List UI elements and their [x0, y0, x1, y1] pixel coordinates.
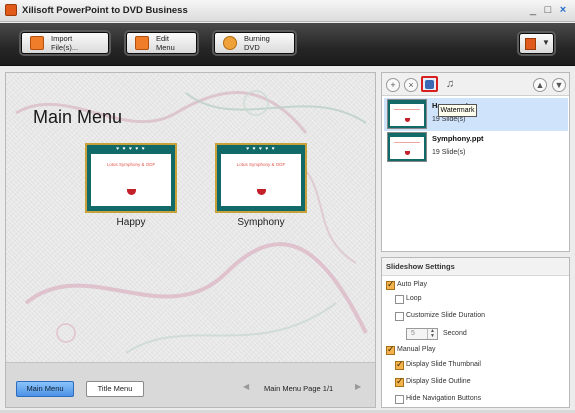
preview-navigation-bar: Main Menu Title Menu ◀ Main Menu Page 1/…	[6, 362, 375, 407]
main-toolbar: Import File(s)... Edit Menu Burning DVD …	[0, 23, 575, 66]
display-thumbnail-label: Display Slide Thumbnail	[406, 361, 481, 368]
menu-canvas: Main Menu ♥ ♥ ♥ ♥ ♥ Lotus Symphony & ODF…	[6, 73, 375, 362]
slide-thumbnail	[387, 99, 427, 129]
hide-navigation-label: Hide Navigation Buttons	[406, 395, 482, 402]
burning-dvd-button[interactable]: Burning DVD	[214, 32, 295, 54]
minimize-button[interactable]: _	[526, 4, 540, 17]
slides-panel: + × ♫ ▲ ▼ Happy.ppt 19 Slide(s) Symphony…	[381, 72, 570, 252]
page-indicator: Main Menu Page 1/1	[264, 384, 334, 393]
slide-count: 19 Slide(s)	[432, 149, 466, 156]
slide-list-item[interactable]: Symphony.ppt 19 Slide(s)	[384, 131, 568, 164]
customize-duration-label: Customize Slide Duration	[406, 312, 485, 319]
move-down-icon[interactable]: ▼	[552, 78, 566, 92]
loop-label: Loop	[406, 295, 422, 302]
manual-play-label: Manual Play	[397, 346, 436, 353]
import-icon	[30, 36, 44, 50]
remove-icon[interactable]: ×	[404, 78, 418, 92]
menu-item-label: Happy	[116, 217, 146, 228]
window-title: Xilisoft PowerPoint to DVD Business	[22, 5, 188, 16]
slide-thumbnail	[387, 132, 427, 162]
menu-item-label: Symphony	[237, 217, 285, 228]
cherry-icon	[257, 189, 266, 195]
slides-toolbar: + × ♫ ▲ ▼	[382, 73, 569, 96]
auto-play-checkbox[interactable]	[386, 279, 395, 290]
loop-checkbox[interactable]	[395, 295, 404, 304]
menu-preview-panel: Main Menu ♥ ♥ ♥ ♥ ♥ Lotus Symphony & ODF…	[5, 72, 376, 408]
menu-item-thumbnail[interactable]: ♥ ♥ ♥ ♥ ♥ Lotus Symphony & ODF	[215, 143, 307, 213]
import-files-button[interactable]: Import File(s)...	[21, 32, 109, 54]
hearts-decoration: ♥ ♥ ♥ ♥ ♥	[116, 146, 146, 152]
manual-play-checkbox[interactable]	[386, 344, 395, 355]
hearts-decoration: ♥ ♥ ♥ ♥ ♥	[246, 146, 276, 152]
previous-page-icon[interactable]: ◀	[243, 382, 253, 394]
second-label: Second	[443, 330, 467, 337]
move-up-icon[interactable]: ▲	[533, 78, 547, 92]
next-page-icon[interactable]: ▶	[355, 382, 365, 394]
edit-menu-icon	[135, 36, 149, 50]
display-outline-checkbox[interactable]	[395, 376, 404, 387]
watermark-icon[interactable]	[421, 76, 438, 92]
maximize-button[interactable]: □	[541, 4, 555, 17]
cherry-icon	[127, 189, 136, 195]
menu-icon	[525, 38, 536, 50]
add-icon[interactable]: +	[386, 78, 400, 92]
main-menu-button[interactable]: Main Menu	[16, 381, 74, 397]
menu-title: Main Menu	[33, 107, 123, 127]
watermark-tooltip: Watermark	[438, 104, 477, 117]
slide-count: 19 Slide(s)	[432, 116, 466, 123]
app-icon	[5, 4, 17, 16]
slide-name: Symphony.ppt	[432, 134, 484, 143]
hide-navigation-checkbox[interactable]	[395, 395, 404, 404]
display-outline-label: Display Slide Outline	[406, 378, 471, 385]
chevron-down-icon: ▼	[542, 38, 550, 47]
display-thumbnail-checkbox[interactable]	[395, 359, 404, 370]
settings-header: Slideshow Settings	[382, 258, 569, 276]
disc-icon	[223, 36, 237, 50]
music-icon[interactable]: ♫	[443, 78, 457, 92]
edit-menu-button[interactable]: Edit Menu	[126, 32, 197, 54]
slideshow-settings-panel: Slideshow Settings Auto Play Loop Custom…	[381, 257, 570, 408]
menu-item-thumbnail[interactable]: ♥ ♥ ♥ ♥ ♥ Lotus Symphony & ODF	[85, 143, 177, 213]
title-menu-button[interactable]: Title Menu	[86, 381, 144, 397]
title-bar: Xilisoft PowerPoint to DVD Business _ □ …	[0, 0, 575, 22]
options-menu-button[interactable]: ▼	[519, 33, 554, 54]
stepper-arrows-icon[interactable]: ▲ ▼	[427, 329, 437, 339]
duration-stepper[interactable]: 5 ▲ ▼	[406, 328, 438, 340]
close-button[interactable]: ×	[556, 4, 570, 17]
customize-duration-checkbox[interactable]	[395, 312, 404, 321]
auto-play-label: Auto Play	[397, 281, 427, 288]
